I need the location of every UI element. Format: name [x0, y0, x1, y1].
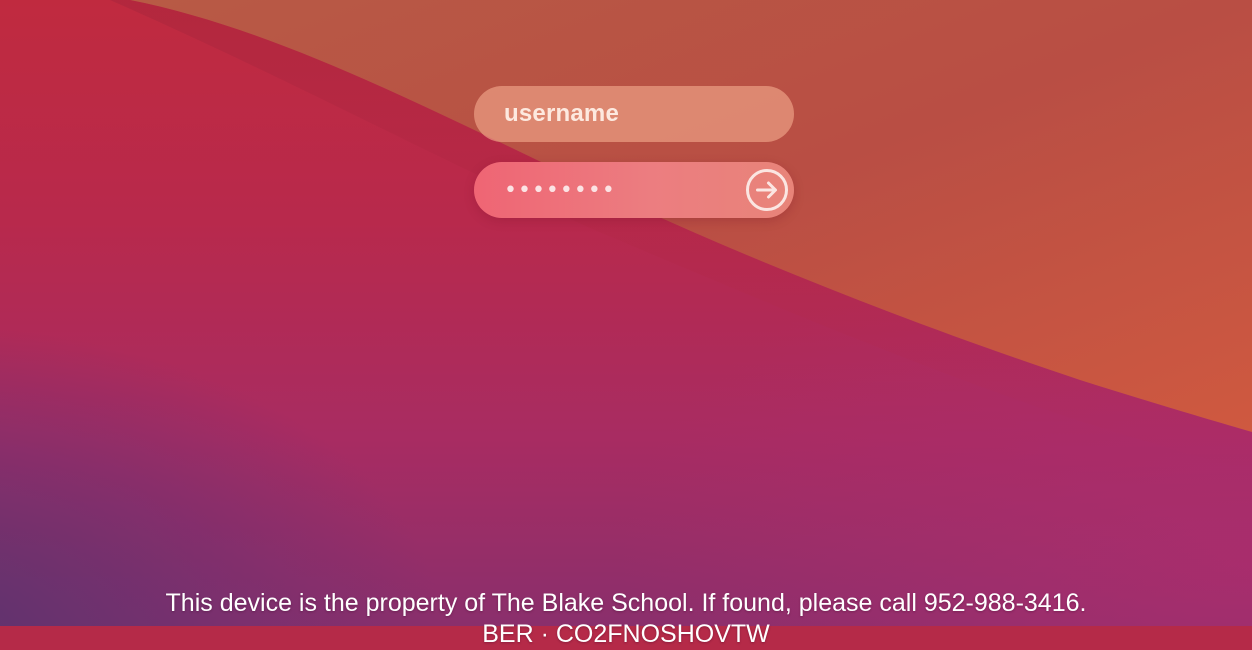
- username-field[interactable]: username: [474, 86, 794, 142]
- password-field[interactable]: ••••••••: [474, 162, 794, 218]
- password-masked-value: ••••••••: [504, 177, 616, 203]
- username-placeholder: username: [504, 100, 619, 127]
- ownership-notice: This device is the property of The Blake…: [165, 589, 1087, 617]
- login-footer: This device is the property of The Blake…: [0, 588, 1252, 650]
- arrow-right-circle-icon: [746, 169, 788, 211]
- footer-secondary-line: BER · CO2FNOSHOVTW: [482, 620, 770, 648]
- submit-button[interactable]: [746, 169, 788, 211]
- login-form: username ••••••••: [474, 86, 794, 218]
